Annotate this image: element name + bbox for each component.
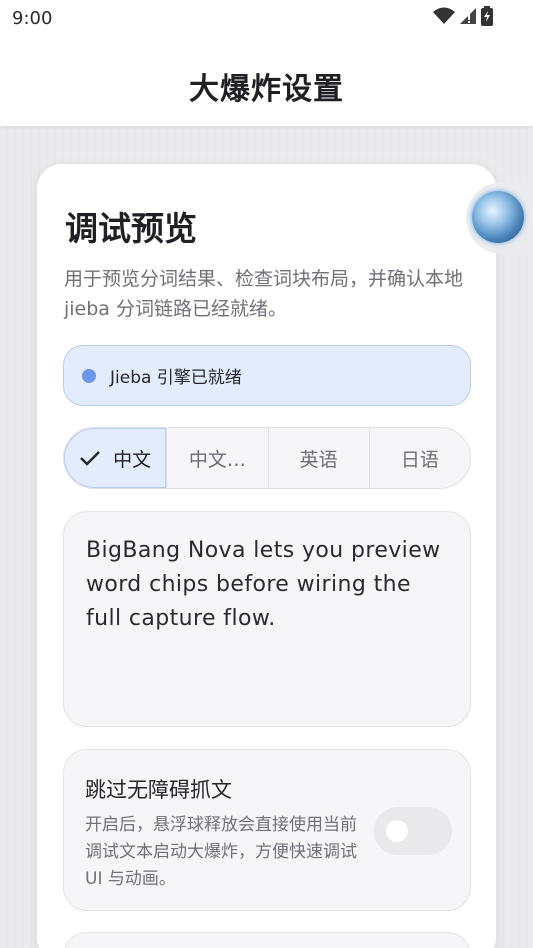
tab-japanese[interactable]: 日语 — [368, 428, 470, 488]
status-bar: 9:00 — [0, 0, 533, 36]
app-bar: 大爆炸设置 — [0, 36, 533, 126]
card-description: 用于预览分词结果、检查词块布局，并确认本地 jieba 分词链路已经就绪。 — [64, 268, 464, 320]
floating-ball-icon[interactable] — [472, 191, 524, 243]
tab-english[interactable]: 英语 — [267, 428, 369, 488]
tab-chinese[interactable]: 中文 — [64, 428, 167, 488]
tab-chinese-other[interactable]: 中文… — [166, 428, 267, 488]
engine-status-text: Jieba 引擎已就绪 — [110, 368, 242, 388]
next-setting-card — [63, 932, 471, 948]
engine-status-badge: Jieba 引擎已就绪 — [63, 345, 471, 406]
setting-description: 开启后，悬浮球释放会直接使用当前调试文本启动大爆炸，方便快速调试 UI 与动画。 — [85, 815, 357, 889]
page-title: 大爆炸设置 — [189, 72, 344, 107]
wifi-icon — [433, 7, 455, 29]
setting-title: 跳过无障碍抓文 — [85, 778, 232, 802]
status-dot-icon — [82, 368, 96, 383]
tab-label: 中文… — [188, 448, 246, 471]
language-selector: 中文 中文… 英语 日语 — [63, 427, 471, 489]
status-time: 9:00 — [12, 8, 53, 29]
tab-label: 中文 — [113, 448, 152, 471]
skip-accessibility-toggle[interactable] — [374, 807, 452, 855]
preview-text-input[interactable]: BigBang Nova lets you preview word chips… — [63, 511, 471, 727]
debug-preview-card: 调试预览 用于预览分词结果、检查词块布局，并确认本地 jieba 分词链路已经就… — [36, 163, 497, 948]
card-title: 调试预览 — [65, 209, 197, 248]
check-icon — [79, 449, 101, 467]
signal-icon — [459, 7, 477, 29]
toggle-knob — [386, 820, 408, 842]
status-icons — [433, 6, 493, 30]
skip-accessibility-setting: 跳过无障碍抓文 开启后，悬浮球释放会直接使用当前调试文本启动大爆炸，方便快速调试… — [63, 749, 471, 911]
tab-label: 英语 — [299, 448, 338, 471]
battery-icon — [481, 6, 493, 30]
tab-label: 日语 — [400, 448, 439, 471]
